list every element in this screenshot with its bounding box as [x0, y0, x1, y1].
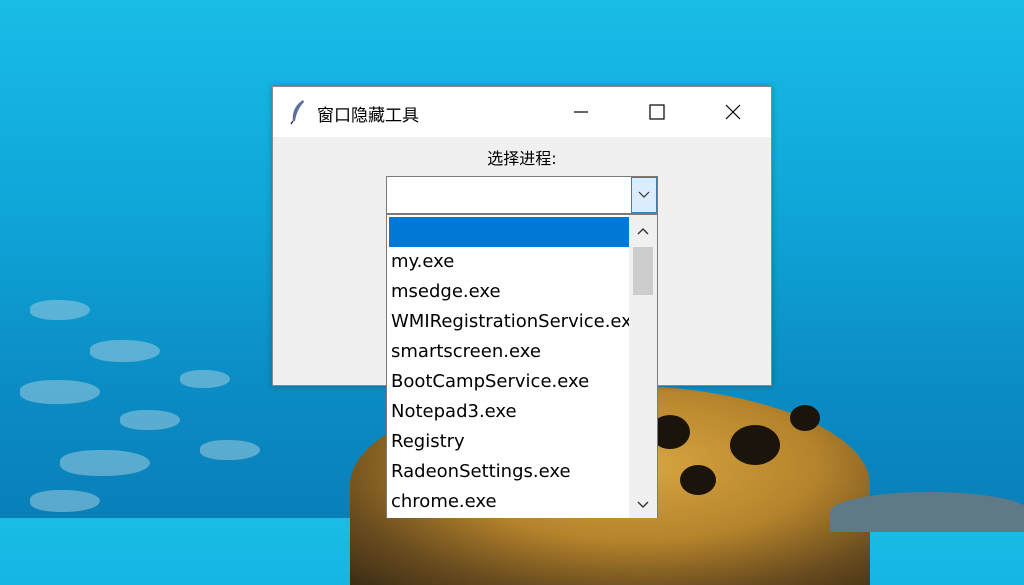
maximize-button[interactable]: [619, 87, 695, 137]
process-label: 选择进程:: [487, 149, 557, 168]
close-icon: [725, 104, 741, 120]
feather-icon: [290, 100, 304, 125]
vertical-scrollbar[interactable]: [629, 215, 657, 518]
chevron-up-icon: [637, 228, 649, 235]
fish-shape: [180, 370, 230, 388]
process-list-item[interactable]: my.exe: [389, 247, 629, 277]
scroll-up-button[interactable]: [629, 217, 657, 245]
fish-shape: [30, 300, 90, 320]
chevron-down-icon: [638, 191, 650, 198]
fish-shape: [60, 450, 150, 476]
process-list-item[interactable]: RadeonSettings.exe: [389, 457, 629, 487]
process-list-item[interactable]: msedge.exe: [389, 277, 629, 307]
combobox-dropdown-button[interactable]: [631, 177, 657, 213]
process-list-item[interactable]: Notepad3.exe: [389, 397, 629, 427]
scroll-down-button[interactable]: [629, 491, 657, 518]
process-list-item[interactable]: BootCampService.exe: [389, 367, 629, 397]
window-title: 窗口隐藏工具: [317, 106, 419, 126]
process-list: my.exe msedge.exe WMIRegistrationService.e…: [389, 217, 629, 517]
maximize-icon: [649, 104, 665, 120]
minimize-button[interactable]: [543, 87, 619, 137]
fish-shape: [90, 340, 160, 362]
process-combobox[interactable]: [386, 176, 658, 214]
process-list-item[interactable]: smartscreen.exe: [389, 337, 629, 367]
minimize-icon: [574, 111, 588, 113]
fish-shape: [120, 410, 180, 430]
title-bar[interactable]: 窗口隐藏工具: [273, 87, 771, 137]
close-button[interactable]: [695, 87, 771, 137]
chevron-down-icon: [637, 501, 649, 508]
process-list-item[interactable]: Registry: [389, 427, 629, 457]
process-dropdown-list[interactable]: my.exe msedge.exe WMIRegistrationService.e…: [386, 214, 658, 518]
process-list-item[interactable]: [389, 217, 629, 247]
process-list-item[interactable]: WMIRegistrationService.exe: [389, 307, 629, 337]
shell-spot: [790, 405, 820, 431]
process-list-item[interactable]: chrome.exe: [389, 487, 629, 517]
fish-shape: [200, 440, 260, 460]
scrollbar-thumb[interactable]: [633, 247, 653, 295]
shell-spot: [680, 465, 716, 495]
reef-shape: [830, 492, 1024, 532]
fish-shape: [20, 380, 100, 404]
shell-spot: [730, 425, 780, 465]
fish-shape: [30, 490, 100, 512]
